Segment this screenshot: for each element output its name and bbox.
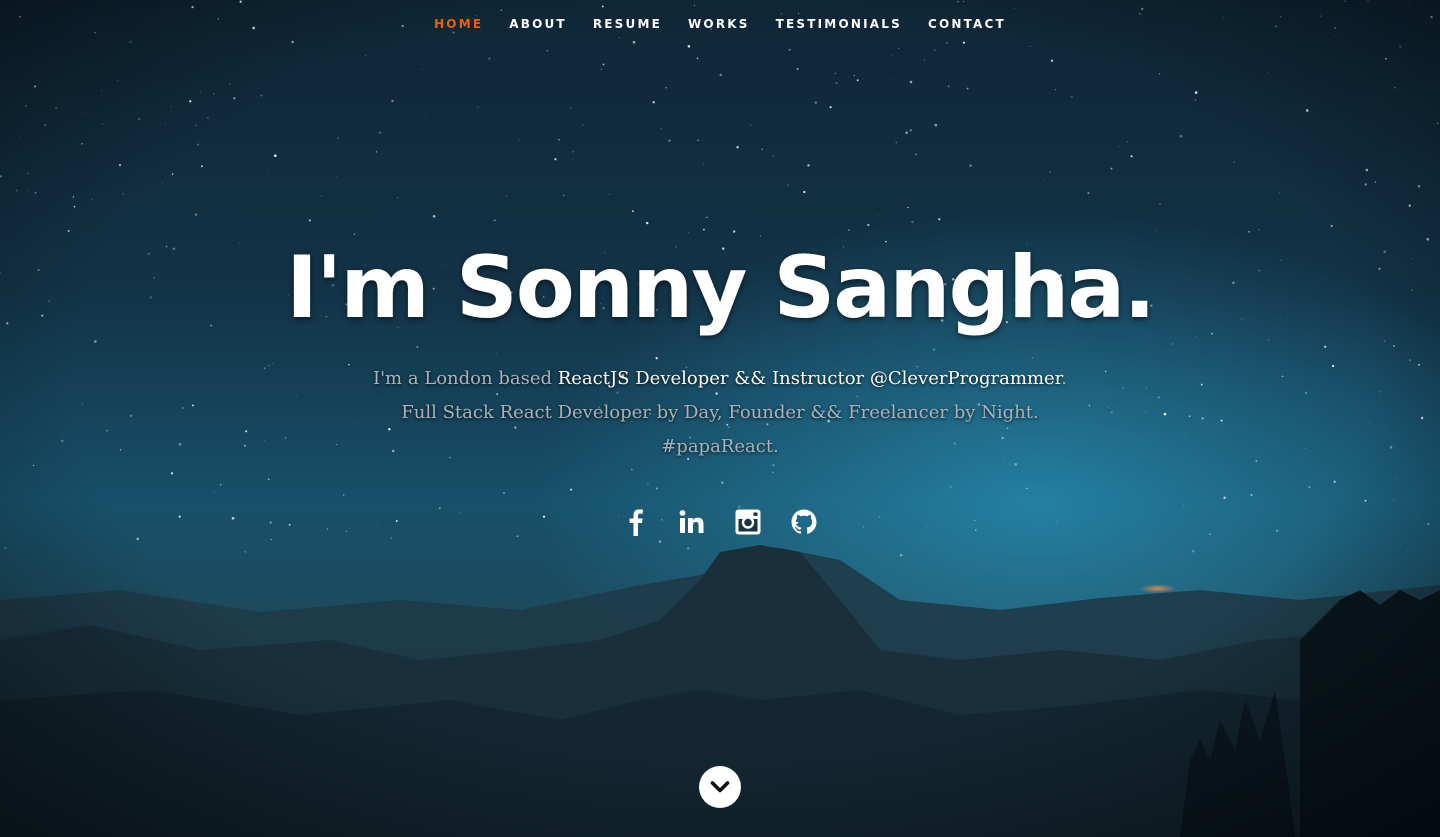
nav-item-about[interactable]: About (509, 17, 567, 31)
instagram-icon (735, 509, 761, 535)
social-links (0, 502, 1440, 542)
nav-item-works[interactable]: Works (688, 17, 750, 31)
facebook-icon (629, 509, 643, 536)
intro-highlight: ReactJS Developer && Instructor @CleverP… (557, 368, 1062, 389)
intro-line-3: #papaReact. (661, 436, 779, 457)
intro-line-2: Full Stack React Developer by Day, Found… (401, 402, 1039, 423)
intro-suffix: . (1061, 368, 1068, 389)
nav-item-home[interactable]: Home (434, 17, 483, 31)
scroll-down-button[interactable] (699, 766, 741, 808)
nav-item-contact[interactable]: Contact (928, 17, 1006, 31)
intro-prefix: I'm a London based (372, 368, 558, 389)
github-icon (791, 509, 817, 534)
main-nav: Home About Resume Works Testimonials Con… (0, 0, 1440, 48)
nav-item-resume[interactable]: Resume (593, 17, 662, 31)
instagram-link[interactable] (733, 502, 763, 542)
intro-text: I'm a London based ReactJS Developer && … (340, 362, 1100, 464)
banner: I'm Sonny Sangha. I'm a London based Rea… (0, 232, 1440, 464)
facebook-link[interactable] (621, 502, 651, 542)
headline: I'm Sonny Sangha. (285, 238, 1156, 338)
chevron-down-icon (710, 781, 730, 793)
github-link[interactable] (789, 502, 819, 542)
linkedin-icon (679, 510, 704, 533)
nav-item-testimonials[interactable]: Testimonials (776, 17, 902, 31)
linkedin-link[interactable] (677, 502, 707, 542)
